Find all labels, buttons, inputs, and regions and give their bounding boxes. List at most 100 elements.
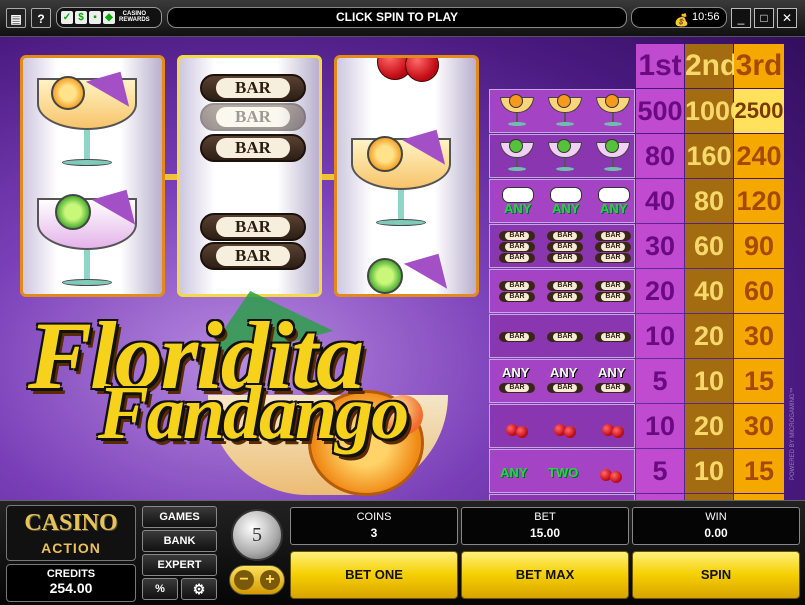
- game-logo: Floridita Fandango: [28, 272, 468, 500]
- lime-cocktail-mini-icon: [496, 139, 538, 174]
- credits-display: CREDITS 254.00: [6, 564, 136, 602]
- payout-value: 15: [734, 359, 784, 403]
- payout-value: 60: [685, 224, 733, 268]
- double-bar-mini-icon: BAR BAR: [496, 275, 538, 309]
- paytable-row: BAR BAR BAR BAR BAR BAR BAR BAR BAR 30 60 90: [489, 224, 785, 269]
- bar-symbol: BAR: [200, 134, 306, 162]
- bar-symbol: BAR: [200, 103, 306, 131]
- coin-size-display[interactable]: 5: [231, 509, 283, 561]
- dollar-icon: $: [75, 11, 87, 24]
- coins-label: COINS: [356, 511, 392, 523]
- double-bar-mini-icon: BAR BAR: [592, 275, 634, 309]
- payout-value: 10: [685, 359, 733, 403]
- games-button[interactable]: GAMES: [142, 506, 217, 528]
- bar-symbol: BAR: [200, 213, 306, 241]
- payout-value: 60: [734, 269, 784, 313]
- single-bar-mini-icon: BAR: [544, 320, 586, 354]
- any-cocktail-mini-icon: ANY: [496, 185, 538, 219]
- money-bag-icon: 💰: [674, 13, 689, 27]
- paytable-row: ANY BAR ANY BAR ANY BAR 5 10 15: [489, 359, 785, 404]
- coin-minus-button[interactable]: −: [234, 570, 254, 590]
- expert-button[interactable]: EXPERT: [142, 554, 217, 576]
- paytable: 1st 2nd 3rd 500 1000 2500 80 160 240 ANY ANY ANY…: [489, 44, 785, 538]
- triple-bar-mini-icon: BAR BAR BAR: [496, 230, 538, 264]
- lime-cocktail-mini-icon: [592, 139, 634, 174]
- credits-label: CREDITS: [46, 568, 96, 580]
- any-cocktail-mini-icon: ANY: [592, 185, 634, 219]
- payout-value: 30: [734, 404, 784, 448]
- casino-action-logo: CASINO ACTION: [6, 505, 136, 561]
- top-bar: ▤ ? ✓ $ ▪ ◆ CASINO REWARDS CLICK SPIN TO…: [0, 0, 805, 37]
- any-bar-mini-icon: ANY BAR: [496, 365, 538, 399]
- payout-value: 240: [734, 134, 784, 178]
- three-cherries-mini-icon: [592, 410, 634, 444]
- orange-cocktail-symbol: [351, 117, 459, 233]
- payout-value: 500: [636, 89, 684, 133]
- payout-value: 40: [685, 269, 733, 313]
- double-bar-combination: BAR BAR BAR BAR BAR BAR: [489, 269, 635, 313]
- two-cherries-combination: ANY TWO: [489, 449, 635, 493]
- paytable-header-2nd: 2nd: [685, 44, 738, 88]
- triple-bar-mini-icon: BAR BAR BAR: [544, 230, 586, 264]
- casino-rewards-button[interactable]: ✓ $ ▪ ◆ CASINO REWARDS: [56, 7, 162, 28]
- payout-value: 15: [734, 449, 784, 493]
- bet-max-button[interactable]: BET MAX: [461, 551, 629, 599]
- bar-symbol: BAR: [200, 74, 306, 102]
- bet-display: BET 15.00: [461, 507, 629, 545]
- payout-value: 20: [685, 404, 733, 448]
- orange-cocktail-mini-icon: [544, 94, 586, 129]
- paytable-row: ANY ANY ANY 40 80 120: [489, 179, 785, 224]
- reel-2: BAR BAR BAR BAR BAR: [177, 55, 322, 297]
- save-icon: ▪: [89, 11, 101, 24]
- two-cherries-mini-icon: [592, 455, 634, 489]
- bank-button[interactable]: BANK: [142, 530, 217, 552]
- paytable-row: 500 1000 2500: [489, 89, 785, 134]
- gears-icon[interactable]: ⚙: [181, 578, 217, 600]
- orange-cocktail-symbol: [37, 59, 143, 173]
- three-cherries-mini-icon: [544, 410, 586, 444]
- lime-cocktail-symbol: [357, 241, 461, 294]
- maximize-button[interactable]: □: [754, 8, 774, 28]
- clock-time: 10:56: [692, 11, 720, 23]
- paytable-header-3rd: 3rd: [734, 44, 784, 88]
- paytable-row: ANY TWO 5 10 15: [489, 449, 785, 494]
- paytable-row: 80 160 240: [489, 134, 785, 179]
- lime-cocktail-symbol: [37, 177, 149, 293]
- any-cocktail-combination: ANY ANY ANY: [489, 179, 635, 223]
- menu-icon[interactable]: ▤: [6, 8, 26, 28]
- payout-value: 2500: [734, 89, 784, 133]
- triple-bar-combination: BAR BAR BAR BAR BAR BAR BAR BAR BAR: [489, 224, 635, 268]
- payout-value: 30: [636, 224, 684, 268]
- minimize-button[interactable]: _: [731, 8, 751, 28]
- payout-value: 160: [685, 134, 733, 178]
- paytable-row: 10 20 30: [489, 404, 785, 449]
- payout-value: 120: [734, 179, 784, 223]
- cherry-symbol: [405, 58, 439, 82]
- orange-cocktail-mini-icon: [496, 94, 538, 129]
- bet-label: BET: [534, 511, 556, 523]
- any-cocktail-mini-icon: ANY: [544, 185, 586, 219]
- percent-button[interactable]: %: [142, 578, 178, 600]
- single-bar-mini-icon: BAR: [496, 320, 538, 354]
- any-bar-combination: ANY BAR ANY BAR ANY BAR: [489, 359, 635, 403]
- any-bar-mini-icon: ANY BAR: [544, 365, 586, 399]
- payout-value: 5: [636, 449, 684, 493]
- close-button[interactable]: ✕: [777, 8, 797, 28]
- control-panel: CASINO ACTION CREDITS 254.00 GAMES BANK …: [0, 500, 805, 605]
- rewards-label: CASINO REWARDS: [119, 11, 150, 23]
- coins-value: 3: [370, 526, 378, 540]
- paytable-header-1st: 1st: [636, 44, 684, 88]
- single-bar-mini-icon: BAR: [592, 320, 634, 354]
- payout-value: 30: [734, 314, 784, 358]
- status-message: CLICK SPIN TO PLAY: [167, 7, 627, 28]
- payout-value: 10: [685, 449, 733, 493]
- coin-plus-button[interactable]: +: [260, 570, 280, 590]
- bar-symbol: BAR: [200, 242, 306, 270]
- coins-display: COINS 3: [290, 507, 458, 545]
- payout-value: 1000: [685, 89, 745, 133]
- payout-value: 80: [685, 179, 733, 223]
- bet-one-button[interactable]: BET ONE: [290, 551, 458, 599]
- gift-icon: ◆: [103, 11, 115, 24]
- help-button[interactable]: ?: [31, 8, 51, 28]
- spin-button[interactable]: SPIN: [632, 551, 800, 599]
